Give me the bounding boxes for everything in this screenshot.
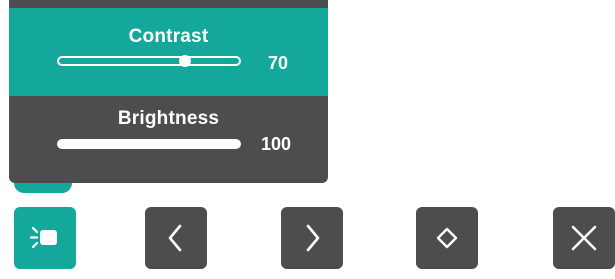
- brightness-label: Brightness: [117, 108, 220, 129]
- chevron-left-icon: [168, 224, 182, 252]
- active-tab-indicator: [14, 183, 72, 193]
- brightness-row[interactable]: Brightness 100: [9, 96, 328, 183]
- contrast-slider-knob[interactable]: [179, 55, 191, 67]
- contrast-row[interactable]: Contrast 70: [9, 8, 328, 96]
- diamond-select-icon: [436, 227, 458, 249]
- osd-menu-panel: Contrast 70 Brightness 100: [9, 0, 328, 183]
- brightness-slider[interactable]: [57, 139, 241, 149]
- next-button[interactable]: [281, 207, 343, 269]
- close-icon: [571, 225, 597, 251]
- picture-mode-button[interactable]: [14, 207, 76, 269]
- previous-button[interactable]: [145, 207, 207, 269]
- contrast-slider[interactable]: [57, 55, 241, 67]
- close-button[interactable]: [553, 207, 615, 269]
- contrast-value: 70: [268, 53, 289, 73]
- picture-mode-icon: [29, 226, 57, 249]
- brightness-value: 100: [261, 134, 292, 154]
- select-button[interactable]: [416, 207, 478, 269]
- chevron-right-icon: [306, 224, 320, 252]
- contrast-label: Contrast: [128, 26, 209, 47]
